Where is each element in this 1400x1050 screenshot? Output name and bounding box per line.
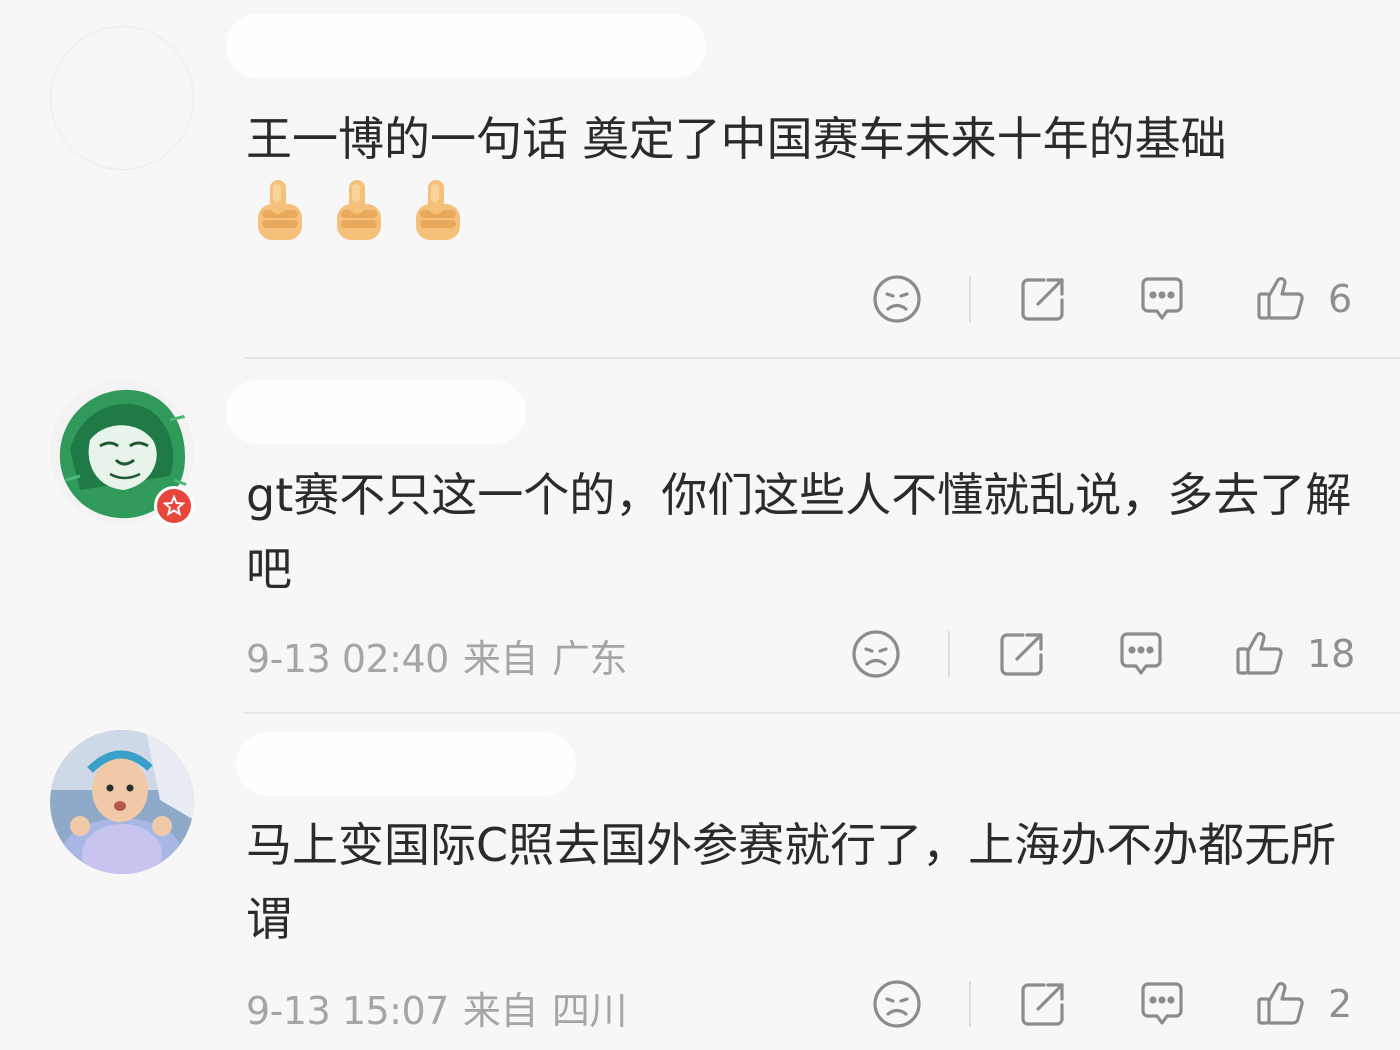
share-icon[interactable] — [995, 627, 1049, 681]
like-count: 18 — [1307, 632, 1356, 676]
reply-comment-icon[interactable] — [1135, 272, 1189, 326]
share-icon[interactable] — [1016, 977, 1070, 1031]
username-redacted — [226, 14, 706, 78]
like-thumb-icon[interactable] — [1254, 272, 1308, 326]
divider-vertical — [948, 631, 950, 677]
share-icon[interactable] — [1016, 272, 1070, 326]
username-redacted — [236, 732, 576, 796]
reply-comment-icon[interactable] — [1135, 977, 1189, 1031]
like-thumb-icon[interactable] — [1254, 977, 1308, 1031]
comment-divider — [244, 712, 1400, 714]
like-count: 2 — [1328, 982, 1353, 1026]
comment-actions: 6 — [0, 272, 1400, 332]
comment-text: 马上变国际C照去国外参赛就行了，上海办不办都无所谓 — [246, 818, 1337, 946]
thumbs-up-emoji — [337, 180, 382, 240]
like-count: 6 — [1328, 277, 1353, 321]
reply-comment-icon[interactable] — [1114, 627, 1168, 681]
comment-text: gt赛不只这一个的，你们这些人不懂就乱说，多去了解吧 — [246, 468, 1352, 596]
thumbs-up-emoji — [258, 180, 302, 240]
baby-photo-avatar[interactable] — [50, 730, 194, 874]
thumbs-up-emoji — [416, 180, 461, 240]
verified-badge-icon — [154, 486, 194, 526]
comment-text: 王一博的一句话 奠定了中国赛车未来十年的基础 — [246, 112, 1227, 166]
divider-vertical — [969, 276, 971, 322]
comment-divider — [244, 357, 1400, 359]
divider-vertical — [969, 981, 971, 1027]
dislike-face-icon[interactable] — [870, 272, 924, 326]
avatar[interactable] — [50, 26, 194, 170]
username-redacted — [226, 380, 526, 444]
like-thumb-icon[interactable] — [1233, 627, 1287, 681]
comment-actions: 18 — [0, 627, 1400, 687]
dislike-face-icon[interactable] — [870, 977, 924, 1031]
emoji-row — [254, 176, 486, 246]
dislike-face-icon[interactable] — [849, 627, 903, 681]
comment-actions: 2 — [0, 977, 1400, 1037]
